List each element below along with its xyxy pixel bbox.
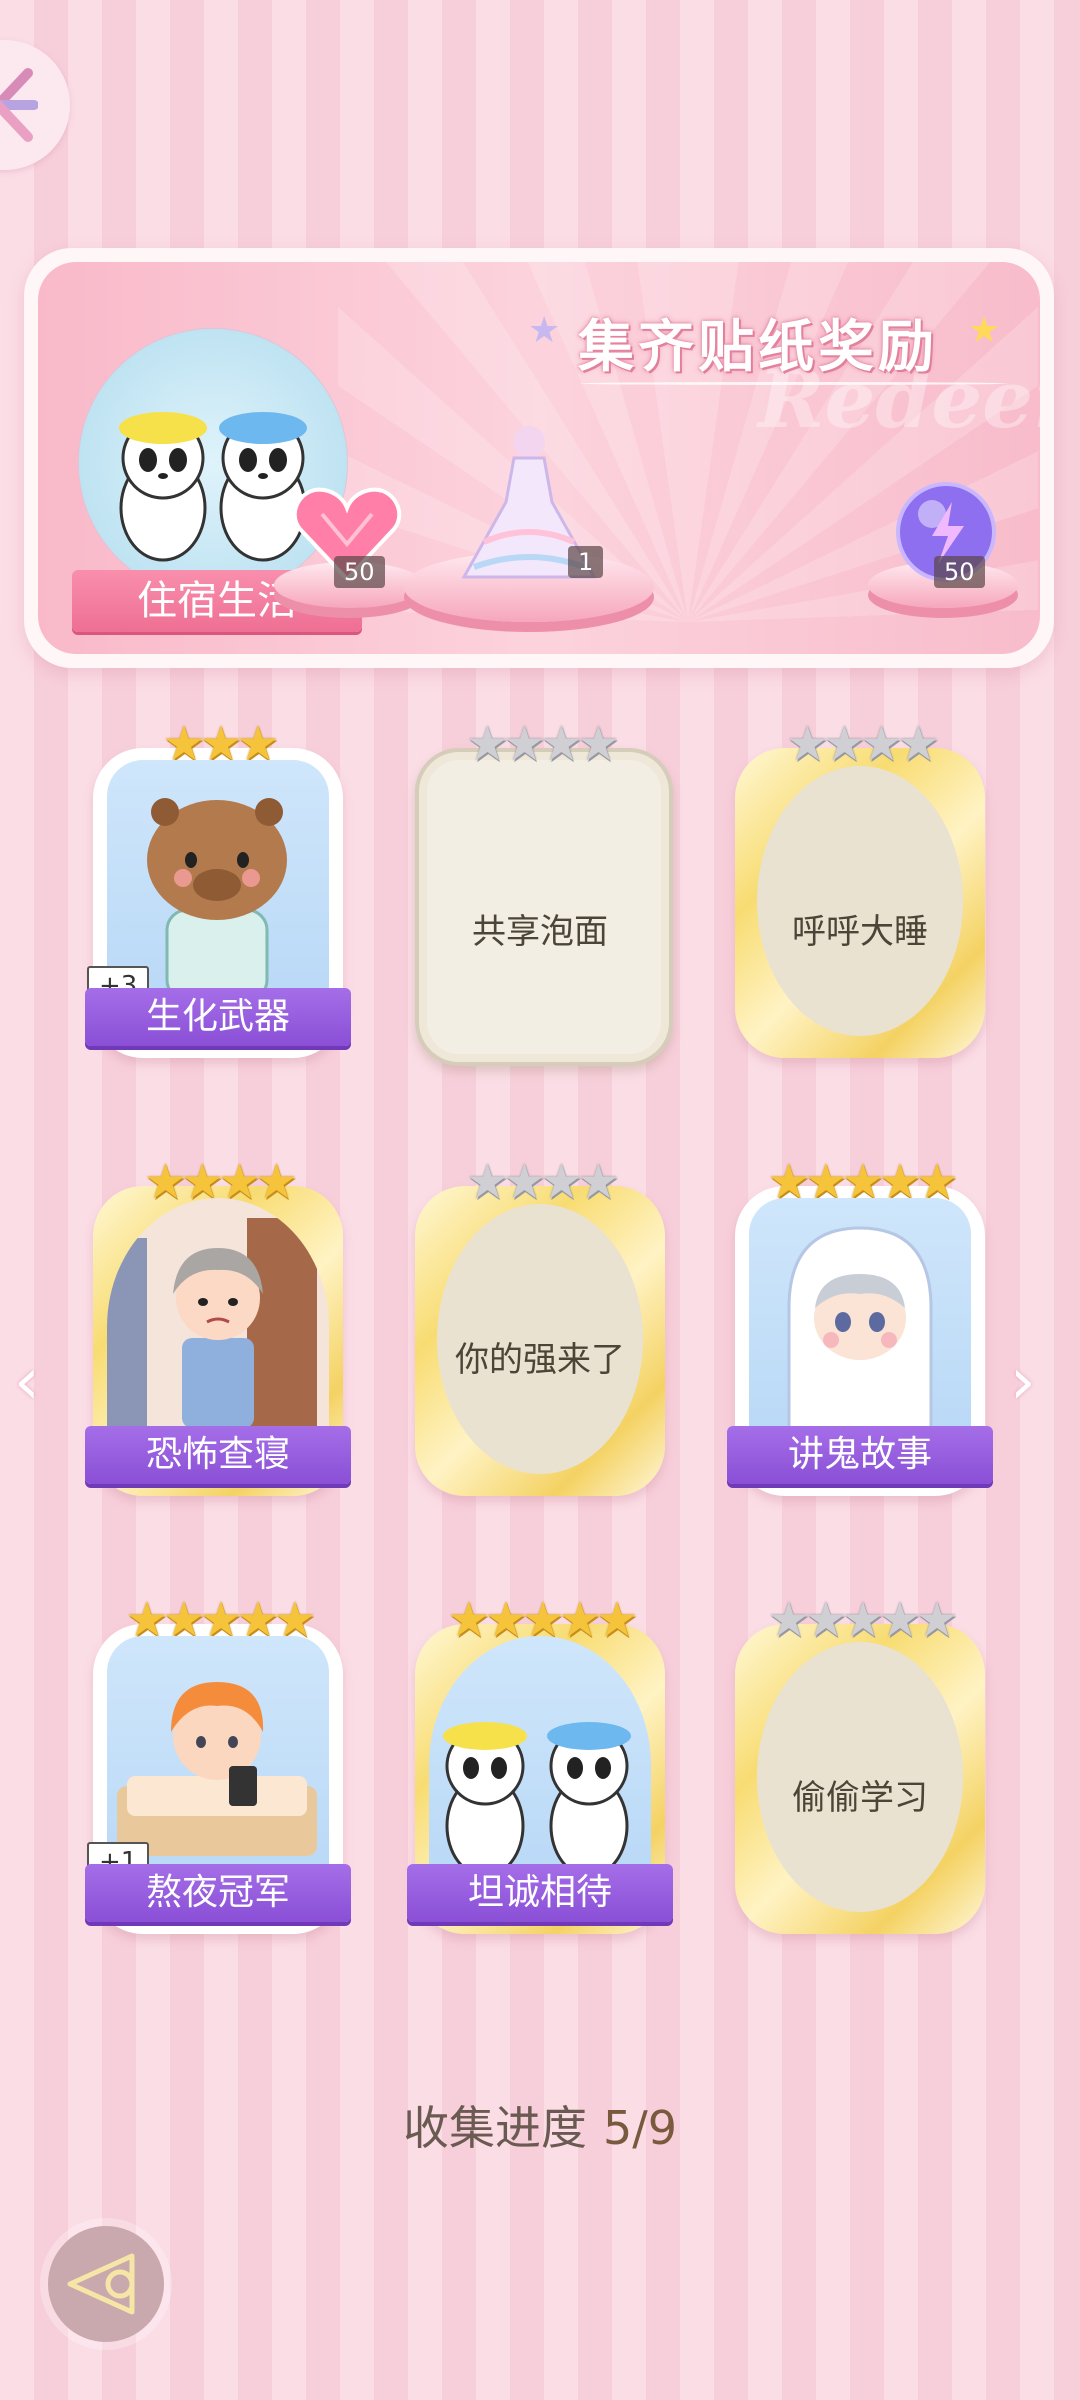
sticker-card[interactable]: ★★★★ 恐怖查寝 xyxy=(85,1156,351,1496)
star-deco-icon: ★ xyxy=(968,310,1001,351)
card-title: 偷偷学习 xyxy=(792,1778,928,1818)
dorm-supervisor-lady-art xyxy=(107,1198,329,1456)
banner-divider xyxy=(578,382,1008,385)
reward-banner: Redeem ★ ★ 集齐贴纸奖励 xyxy=(24,248,1054,668)
banner-title: 集齐贴纸奖励 xyxy=(578,315,938,380)
prev-page-arrow-icon[interactable]: ‹ xyxy=(14,1345,40,1419)
progress-label: 收集进度 xyxy=(402,2101,587,2155)
card-title: 讲鬼故事 xyxy=(727,1426,993,1484)
card-title: 生化武器 xyxy=(85,988,351,1046)
card-title: 恐怖查寝 xyxy=(85,1426,351,1484)
star-rating: ★★★★★ xyxy=(767,1592,958,1648)
sticker-card[interactable]: ★★★★★ +1 熬夜冠军 xyxy=(85,1594,351,1934)
reward-count: 50 xyxy=(334,556,385,588)
collection-progress: 收集进度 5/9 xyxy=(0,2092,1080,2158)
next-page-arrow-icon[interactable]: › xyxy=(1010,1345,1036,1419)
sticker-card[interactable]: ★★★★★ 讲鬼故事 xyxy=(727,1156,993,1496)
star-rating: ★★★★ xyxy=(785,716,940,772)
sticker-card[interactable]: ★★★★★ 坦诚相待 xyxy=(407,1594,673,1934)
sticker-card[interactable]: ★★★★ 呼呼大睡 xyxy=(735,718,985,1058)
sticker-card[interactable]: ★★★★ 共享泡面 xyxy=(415,716,673,1066)
card-title: 共享泡面 xyxy=(472,912,608,952)
progress-value: 5/9 xyxy=(602,2101,678,2155)
back-button[interactable] xyxy=(48,2226,164,2342)
card-title: 坦诚相待 xyxy=(407,1864,673,1922)
reward-count: 1 xyxy=(568,546,604,578)
sticker-card[interactable]: ★★★★★ 偷偷学习 xyxy=(735,1594,985,1934)
sticker-card[interactable]: ★★★ +3 生化武器 xyxy=(85,718,351,1058)
star-rating: ★★★★ xyxy=(465,1154,620,1210)
fan-menu-icon xyxy=(0,68,38,142)
card-placeholder xyxy=(757,766,963,1036)
star-deco-icon: ★ xyxy=(528,310,561,351)
two-pandas-bathing-art xyxy=(429,1636,651,1894)
card-title: 熬夜冠军 xyxy=(85,1864,351,1922)
star-rating: ★★★★ xyxy=(465,716,620,772)
reward-count: 50 xyxy=(934,556,985,588)
card-title: 呼呼大睡 xyxy=(792,912,928,952)
back-arrow-icon xyxy=(67,2253,135,2315)
sticker-card[interactable]: ★★★★ 你的强来了 xyxy=(415,1156,665,1496)
menu-button[interactable] xyxy=(0,40,70,170)
card-title: 你的强来了 xyxy=(455,1340,625,1380)
ghost-costume-boy-art xyxy=(749,1198,971,1456)
